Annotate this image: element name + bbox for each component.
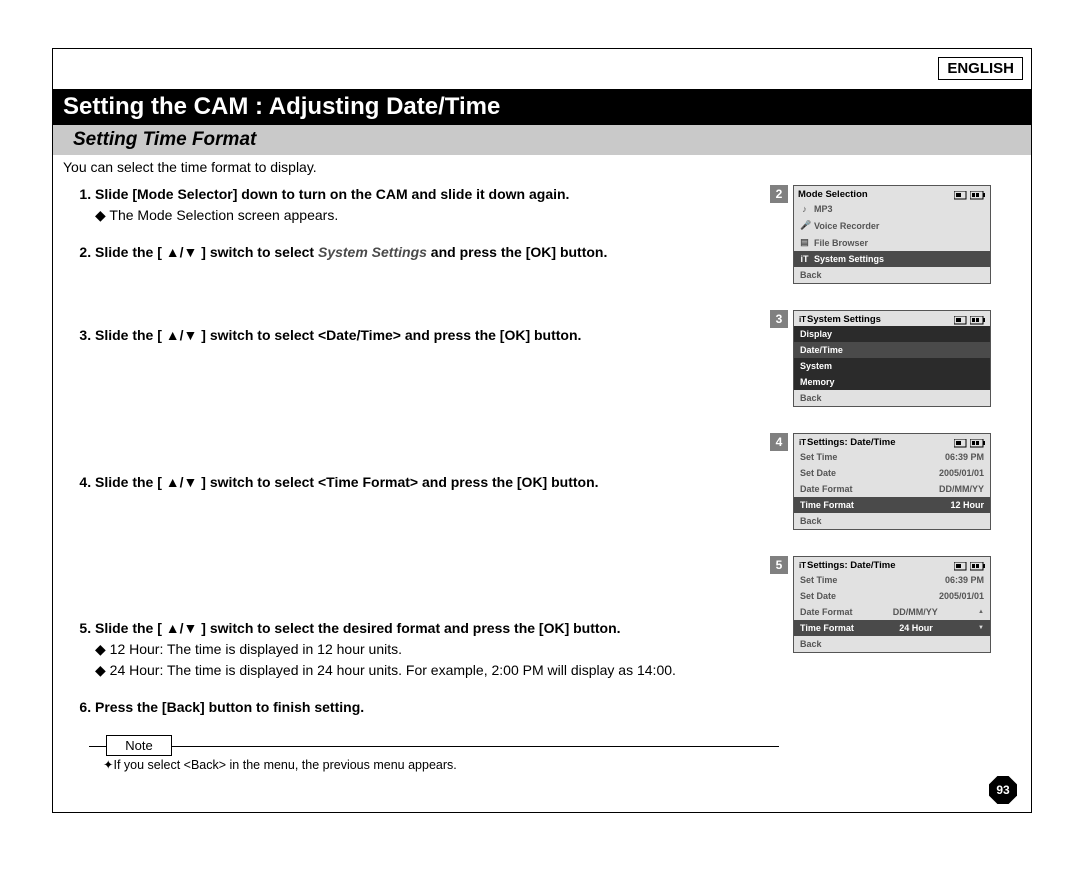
menu-item-system: System	[794, 358, 990, 374]
row-set-date: Set Date2005/01/01	[794, 465, 990, 481]
note-text: If you select <Back> in the menu, the pr…	[103, 757, 779, 772]
battery-icon	[970, 189, 986, 199]
divider	[89, 746, 779, 747]
page-title: Setting the CAM : Adjusting Date/Time	[53, 89, 1031, 125]
step-4: Slide the [ ▲/▼ ] switch to select <Time…	[95, 473, 789, 492]
section-subtitle: Setting Time Format	[53, 125, 1031, 155]
menu-item-system-settings: iTSystem Settings	[794, 251, 990, 267]
file-icon: ▤	[800, 237, 809, 248]
row-set-time: Set Time06:39 PM	[794, 572, 990, 588]
step-3: Slide the [ ▲/▼ ] switch to select <Date…	[95, 326, 789, 345]
screen-mode-selection: Mode Selection ♪MP3 🎤Voice Recorder ▤Fil…	[793, 185, 991, 284]
page-number-badge: 93	[989, 776, 1017, 804]
menu-item-voice: 🎤Voice Recorder	[794, 217, 990, 234]
microphone-icon: 🎤	[800, 220, 809, 231]
settings-icon: iT	[798, 438, 807, 447]
row-date-format: Date FormatDD/MM/YY	[794, 481, 990, 497]
row-time-format: Time Format24 Hour▼	[794, 620, 990, 636]
menu-item-datetime: Date/Time	[794, 342, 990, 358]
step-5-detail-2: ◆ 24 Hour: The time is displayed in 24 h…	[95, 661, 789, 680]
row-set-date: Set Date2005/01/01	[794, 588, 990, 604]
language-label: ENGLISH	[938, 57, 1023, 80]
card-icon	[954, 314, 967, 324]
chevron-up-icon: ▲	[978, 609, 984, 615]
instructions-column: Slide [Mode Selector] down to turn on th…	[53, 185, 789, 772]
battery-icon	[970, 437, 986, 447]
card-icon	[954, 189, 967, 199]
card-icon	[954, 560, 967, 570]
row-time-format: Time Format12 Hour	[794, 497, 990, 513]
screen-datetime-12h: iT Settings: Date/Time Set Time06:39 PM …	[793, 433, 991, 530]
battery-icon	[970, 560, 986, 570]
screenshot-step-number: 4	[770, 433, 788, 451]
screenshot-step-number: 2	[770, 185, 788, 203]
step-1-detail: ◆ The Mode Selection screen appears.	[95, 206, 789, 225]
settings-icon: iT	[798, 315, 807, 324]
note-label: Note	[106, 735, 171, 756]
manual-page: ENGLISH Setting the CAM : Adjusting Date…	[52, 48, 1032, 813]
menu-item-mp3: ♪MP3	[794, 201, 990, 217]
step-6: Press the [Back] button to finish settin…	[95, 698, 789, 717]
screenshot-step-number: 3	[770, 310, 788, 328]
row-set-time: Set Time06:39 PM	[794, 449, 990, 465]
music-note-icon: ♪	[800, 204, 809, 214]
step-5: Slide the [ ▲/▼ ] switch to select the d…	[95, 619, 789, 680]
menu-item-back: Back	[794, 267, 990, 283]
menu-item-display: Display	[794, 326, 990, 342]
settings-icon: iT	[798, 561, 807, 570]
menu-item-memory: Memory	[794, 374, 990, 390]
screenshots-column: 2 Mode Selection ♪MP3 🎤Voice Recorder ▤F…	[793, 185, 1017, 659]
screen-system-settings: iT System Settings Display Date/Time Sys…	[793, 310, 991, 407]
menu-item-back: Back	[794, 390, 990, 406]
screen-datetime-24h: iT Settings: Date/Time Set Time06:39 PM …	[793, 556, 991, 653]
row-back: Back	[794, 513, 990, 529]
intro-text: You can select the time format to displa…	[63, 159, 1021, 175]
menu-item-filebrowser: ▤File Browser	[794, 234, 990, 251]
battery-icon	[970, 314, 986, 324]
step-1: Slide [Mode Selector] down to turn on th…	[95, 185, 789, 225]
card-icon	[954, 437, 967, 447]
screenshot-step-number: 5	[770, 556, 788, 574]
step-2: Slide the [ ▲/▼ ] switch to select Syste…	[95, 243, 789, 262]
row-back: Back	[794, 636, 990, 652]
row-date-format: Date FormatDD/MM/YY▲	[794, 604, 990, 620]
step-5-detail-1: ◆ 12 Hour: The time is displayed in 12 h…	[95, 640, 789, 659]
settings-icon: iT	[800, 254, 809, 264]
chevron-down-icon: ▼	[978, 625, 984, 631]
